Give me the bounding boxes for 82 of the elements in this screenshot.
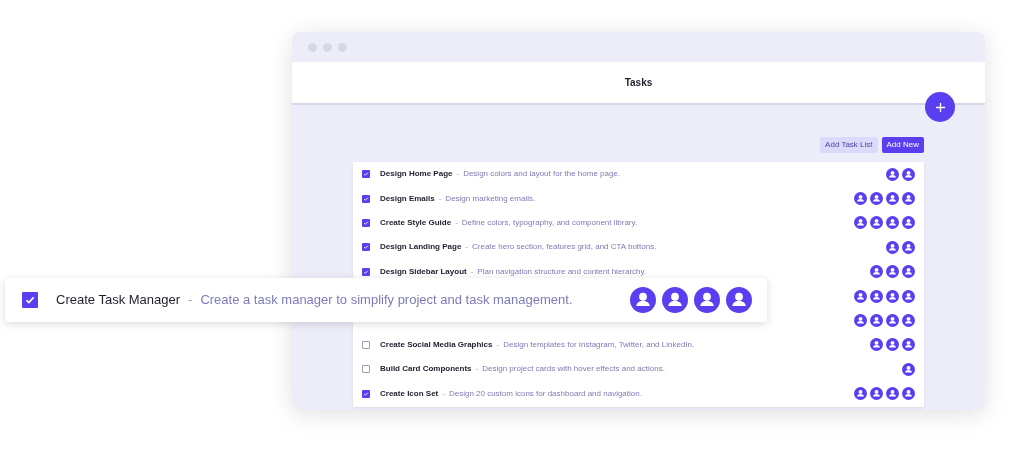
avatar-icon [726,287,752,313]
avatar-icon [886,387,899,401]
separator: - [456,168,460,181]
checkbox[interactable] [362,389,370,398]
window-title: Tasks [624,76,653,90]
avatar-icon [886,265,899,279]
task-title: Create Task Manager [56,291,181,310]
avatar-icon [886,314,899,328]
avatar-icon [870,192,883,206]
avatar-icon [854,216,867,230]
separator: - [465,241,468,254]
avatar-icon [870,216,883,230]
checkbox[interactable] [362,194,370,203]
task-description: Plan navigation structure and content hierarchy. [477,265,647,278]
check-icon [24,294,36,306]
avatar-icon [902,362,915,376]
task-title: Design Emails [380,192,435,205]
separator: - [475,363,479,376]
avatar-icon [854,387,867,401]
add-task-list-button[interactable]: Add Task List [820,137,878,153]
check-icon [363,219,369,226]
separator: - [438,192,442,205]
check-icon [363,244,369,251]
task-description: Define colors, typography, and component library. [461,216,638,229]
add-new-button[interactable]: Add New [881,137,924,153]
avatar-icon [902,387,915,401]
check-icon [363,195,369,202]
avatar-icon [902,314,915,328]
avatar-icon [854,314,867,328]
avatar-icon [870,289,883,303]
avatar-icon [902,167,915,181]
task-description: Create a task manager to simplify project and task management. [200,291,573,310]
task-description: Design marketing emails. [445,192,536,205]
avatar-icon [902,338,915,352]
avatar-icon [886,240,899,254]
check-icon [363,268,369,275]
separator: - [470,265,474,278]
avatar-icon [886,338,899,352]
avatar-icon [662,287,688,313]
avatar-icon [630,287,656,313]
task-description: Design 20 custom icons for dashboard and navigation. [448,387,642,400]
task-title: Build Card Components [380,363,472,376]
avatar-icon [870,387,883,401]
avatar-icon [886,192,899,206]
avatar-icon [870,338,883,352]
avatar-icon [870,265,883,279]
avatar-icon [902,289,915,303]
avatar-icon [886,167,899,181]
avatar-icon [694,287,720,313]
check-icon [363,171,369,178]
task-description: Design templates for Instagram, Twitter, and LinkedIn. [503,338,695,351]
checkbox[interactable] [362,365,370,374]
task-description: Design project cards with hover effects and actions. [482,363,665,376]
task-description: Create hero section, features grid, and CTA buttons. [472,241,657,254]
task-title: Create Social Media Graphics [380,338,493,351]
avatar-icon [886,289,899,303]
separator: - [188,291,193,310]
avatar-icon [854,192,867,206]
separator: - [442,387,445,400]
checkbox[interactable] [362,170,370,179]
task-description: Design colors and layout for the home page. [463,168,621,181]
task-title: Design Home Page [380,168,453,181]
avatar-icon [902,240,915,254]
task-title: Create Icon Set [380,387,439,400]
task-title: Design Sidebar Layout [380,265,467,278]
check-icon [363,390,369,397]
avatar-icon [902,216,915,230]
avatar-icon [886,216,899,230]
add-icon[interactable] [925,92,955,122]
separator: - [455,216,458,229]
avatar-icon [902,265,915,279]
task-title: Design Landing Page [380,241,462,254]
checkbox[interactable] [362,218,370,227]
checkbox[interactable] [362,267,370,276]
task-title: Create Style Guide [380,216,452,229]
avatar-icon [854,289,867,303]
checkbox[interactable] [362,340,370,349]
avatar-icon [902,192,915,206]
avatar-icon [870,314,883,328]
checkbox[interactable] [362,243,370,252]
separator: - [496,338,500,351]
checkbox[interactable] [22,292,38,308]
